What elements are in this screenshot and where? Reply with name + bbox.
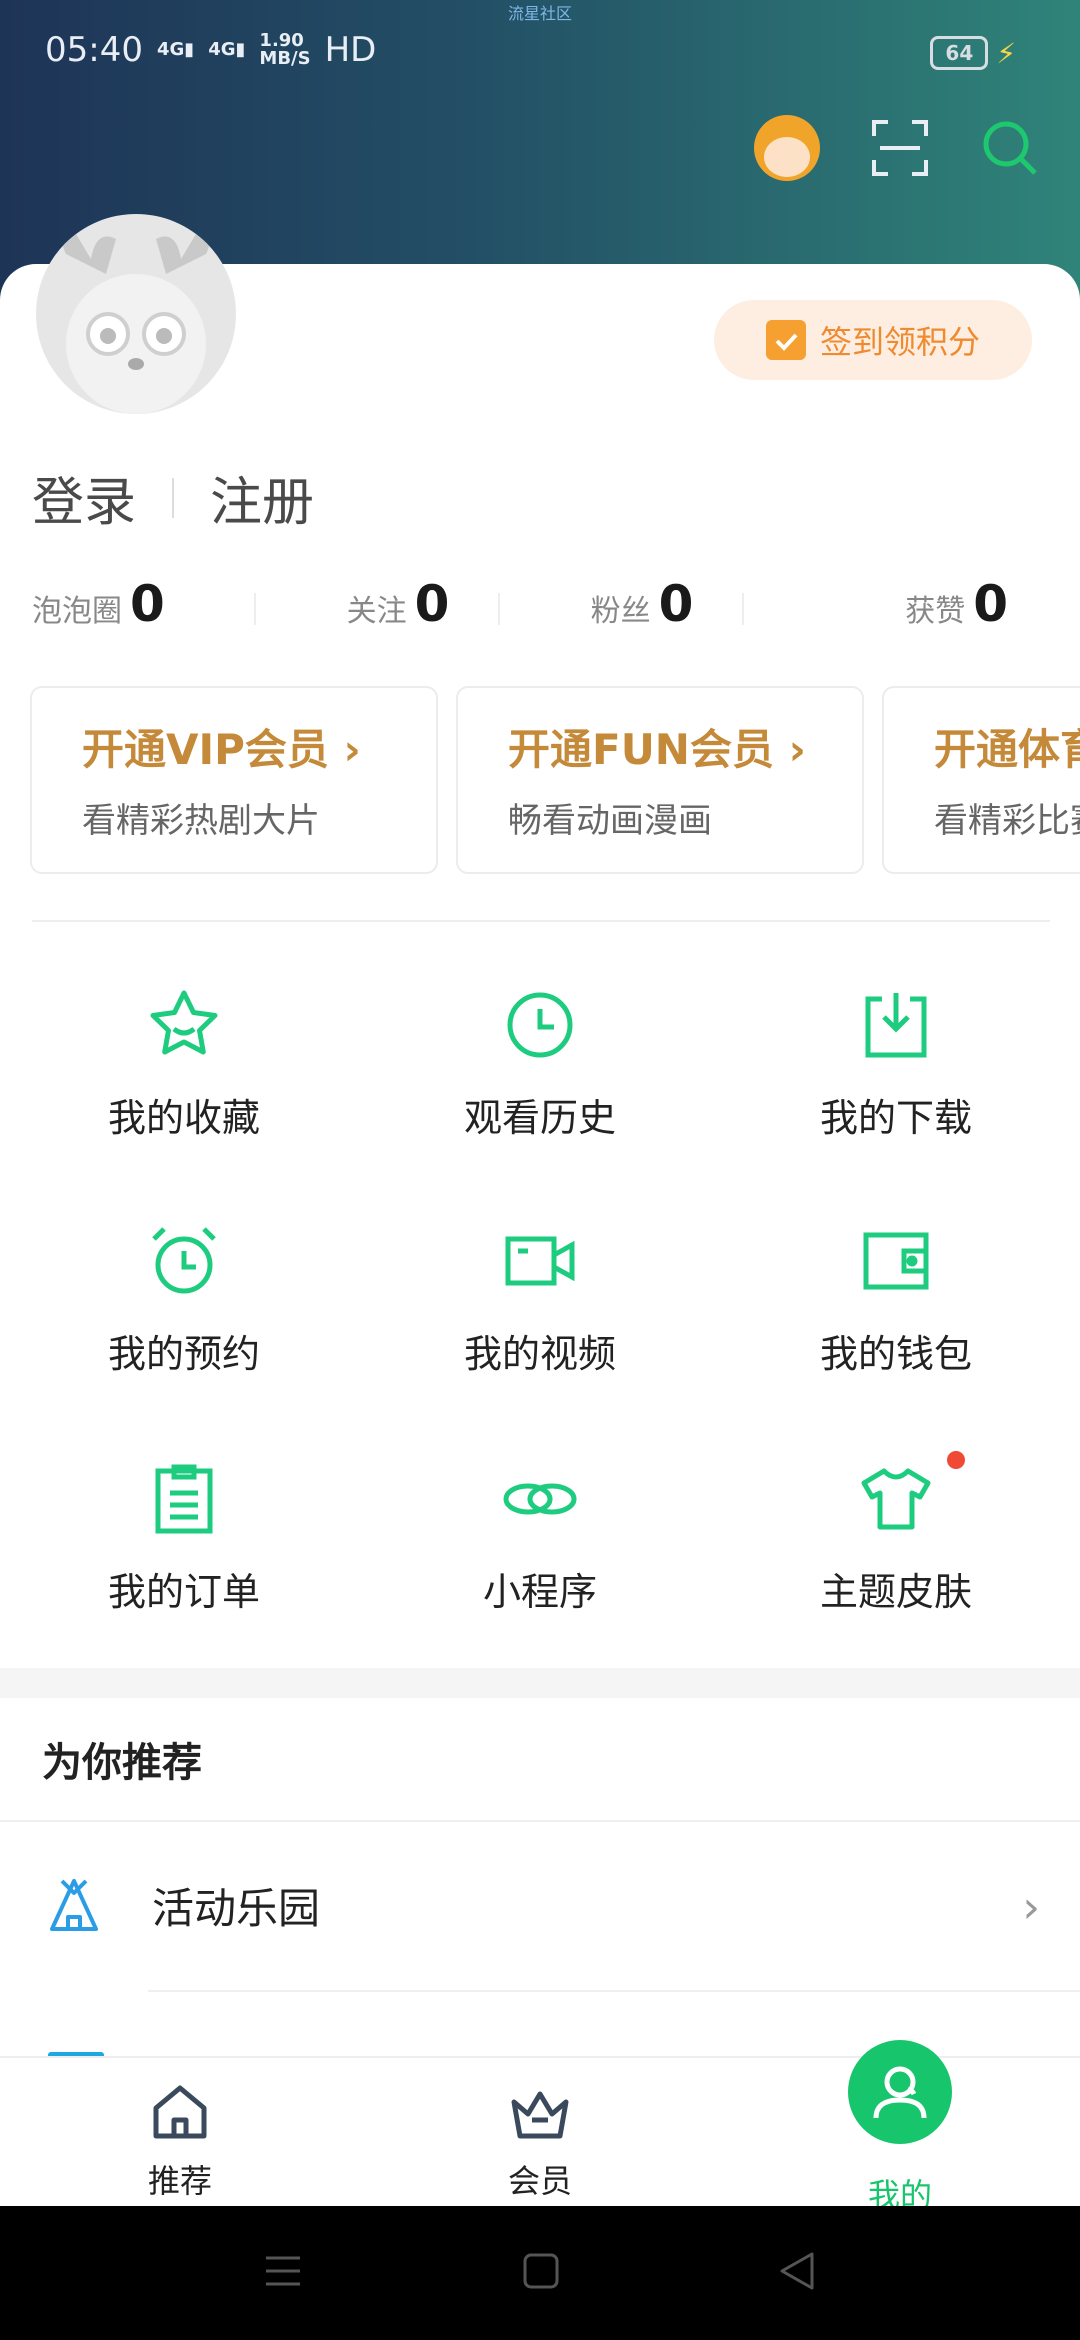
battery-indicator: 64 ⚡	[930, 36, 1016, 70]
reservations-item[interactable]: 我的预约	[4, 1221, 364, 1378]
history-item[interactable]: 观看历史	[360, 985, 720, 1142]
auth-divider	[172, 477, 175, 518]
chevron-right-icon: ›	[1022, 1882, 1040, 1933]
login-link[interactable]: 登录	[32, 460, 136, 535]
tent-icon	[50, 1879, 98, 1931]
wallet-item[interactable]: 我的钱包	[716, 1221, 1076, 1378]
tab-membership[interactable]: 会员	[410, 2058, 670, 2202]
mini-programs-item[interactable]: 小程序	[360, 1459, 720, 1616]
status-bar: 05:40 4G▮ 4G▮ 1.90 MB/S HD	[45, 30, 376, 70]
tab-recommend[interactable]: 推荐	[50, 2058, 310, 2202]
sign-in-points-button[interactable]: 签到领积分	[714, 300, 1032, 380]
mascot-avatar-button[interactable]	[754, 115, 820, 181]
deer-avatar-icon	[62, 234, 210, 414]
activity-park-row[interactable]: 活动乐园 ›	[0, 1860, 1080, 1950]
section-gap	[0, 1668, 1080, 1698]
star-icon	[150, 990, 218, 1055]
scan-icon[interactable]	[870, 118, 930, 178]
stat-bubbles[interactable]: 泡泡圈 0	[32, 575, 276, 633]
link-icon	[503, 1483, 577, 1515]
theme-skin-item[interactable]: 主题皮肤	[716, 1459, 1076, 1616]
alarm-clock-icon	[152, 1227, 216, 1294]
status-time: 05:40	[45, 30, 143, 70]
watermark: 流星社区	[507, 4, 572, 23]
net-speed: 1.90 MB/S	[259, 30, 311, 69]
stat-divider	[498, 593, 500, 625]
recommend-divider	[0, 1820, 1080, 1822]
row-divider	[148, 1990, 1080, 1992]
stat-divider	[254, 593, 256, 625]
wallet-icon	[863, 1232, 929, 1290]
my-videos-item[interactable]: 我的视频	[360, 1221, 720, 1378]
clock-icon	[507, 992, 573, 1058]
system-nav-bar	[0, 2206, 1080, 2340]
mascot-face	[764, 137, 810, 177]
recommend-title: 为你推荐	[42, 1740, 202, 1786]
user-icon	[873, 2066, 927, 2119]
stat-following[interactable]: 关注 0	[254, 575, 520, 633]
stat-divider	[742, 593, 744, 625]
section-divider	[32, 920, 1050, 922]
signal-1: 4G▮	[156, 39, 195, 60]
header-actions	[754, 115, 1040, 181]
check-mark	[775, 333, 798, 351]
mine-active-button[interactable]	[848, 2040, 952, 2144]
calendar-check-icon	[765, 320, 806, 360]
home-square-icon[interactable]	[520, 2250, 562, 2292]
video-camera-icon	[505, 1236, 575, 1286]
search-icon[interactable]	[980, 118, 1040, 178]
orders-item[interactable]: 我的订单	[4, 1459, 364, 1616]
tshirt-icon	[861, 1468, 931, 1530]
default-avatar[interactable]	[36, 214, 236, 414]
favorites-item[interactable]: 我的收藏	[4, 985, 364, 1142]
charging-icon: ⚡	[996, 36, 1016, 70]
sign-in-label: 签到领积分	[819, 323, 980, 361]
register-link[interactable]: 注册	[210, 460, 314, 535]
back-triangle-icon[interactable]	[776, 2250, 818, 2292]
battery-level: 64	[930, 36, 989, 70]
stat-fans[interactable]: 粉丝 0	[498, 575, 764, 633]
theme-new-badge	[947, 1451, 965, 1469]
downloads-item[interactable]: 我的下载	[716, 985, 1076, 1142]
hd-indicator: HD	[324, 30, 377, 70]
download-icon	[865, 993, 927, 1058]
auth-row: 登录 注册	[32, 460, 314, 535]
signal-2: 4G▮	[208, 39, 246, 60]
crown-icon	[511, 2091, 569, 2139]
stats-row: 泡泡圈 0 关注 0 粉丝 0 获赞 0	[32, 575, 1048, 633]
stat-likes[interactable]: 获赞 0	[742, 575, 1048, 633]
home-icon	[153, 2085, 207, 2139]
clipboard-icon	[155, 1464, 213, 1534]
menu-icon[interactable]	[262, 2250, 304, 2292]
